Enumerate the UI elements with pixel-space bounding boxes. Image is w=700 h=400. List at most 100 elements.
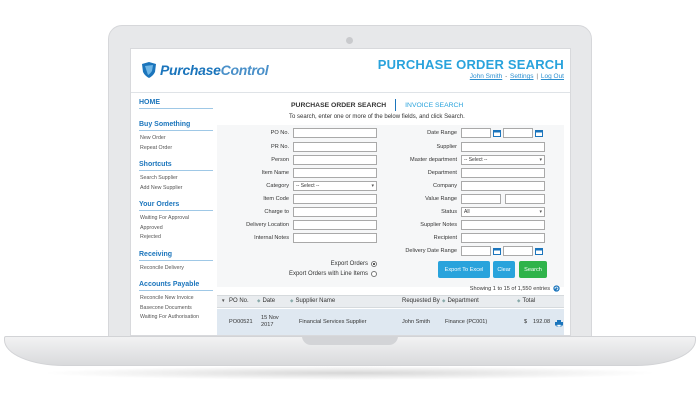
sidebar-item-search-supplier[interactable]: Search Supplier [139,174,213,184]
sort-icon: ◆ [442,298,446,303]
logo-text-part2: Control [220,62,269,78]
supplier-notes-input[interactable] [461,219,545,230]
category-select[interactable]: -- Select -- ▾ [293,180,377,191]
entries-summary: Showing 1 to 15 of 1,550 entries [470,285,560,292]
export-orders-line-items-option[interactable]: Export Orders with Line Items [289,271,377,277]
column-header-department[interactable]: ◆ Department [442,298,479,304]
delivery-location-input[interactable] [293,219,377,230]
print-icon[interactable] [555,320,563,327]
value-range-max-input[interactable] [505,193,545,204]
category-label: Category [266,182,289,189]
sidebar-item-add-new-supplier[interactable]: Add New Supplier [139,184,213,194]
table-row[interactable]: PO00521 15 Nov 2017 Financial Services Su… [217,309,564,335]
sidebar-item-approved[interactable]: Approved [139,224,213,234]
company-label: Company [433,182,457,189]
internal-notes-input[interactable] [293,232,377,243]
row-total: 192.08 [533,319,551,325]
person-row: Person [217,154,377,165]
item-name-input[interactable] [293,167,377,178]
export-orders-label: Export Orders [330,261,368,267]
column-header-supplier-name[interactable]: ◆ Supplier Name [290,298,335,304]
sidebar-section-shortcuts: Shortcuts [139,161,213,171]
pr-no-input[interactable] [293,141,377,152]
sort-icon: ◆ [290,298,294,303]
charge-to-row: Charge to [217,206,377,217]
calendar-icon[interactable] [493,247,501,255]
sidebar-item-waiting-for-authorisation[interactable]: Waiting For Authorisation [139,313,213,323]
laptop-notch [302,336,398,345]
company-input[interactable] [461,180,545,191]
export-orders-line-items-label: Export Orders with Line Items [288,271,368,277]
delivery-location-row: Delivery Location [217,219,377,230]
charge-to-input[interactable] [293,206,377,217]
delivery-date-range-row: Delivery Date Range [377,245,545,256]
search-button[interactable]: Search [519,261,547,278]
sidebar-item-waiting-for-approval[interactable]: Waiting For Approval [139,214,213,224]
refresh-icon[interactable] [553,285,560,292]
sidebar-item-basecone-documents[interactable]: Basecone Documents [139,304,213,314]
internal-notes-label: Internal Notes [254,234,289,241]
supplier-input[interactable] [461,141,545,152]
export-orders-radio[interactable] [371,261,377,267]
recipient-input[interactable] [461,232,545,243]
department-label: Department [427,169,457,176]
sidebar-item-repeat-order[interactable]: Repeat Order [139,144,213,154]
internal-notes-row: Internal Notes [217,232,377,243]
date-range-from-input[interactable] [461,127,491,138]
calendar-icon[interactable] [535,247,543,255]
delivery-date-from-input[interactable] [461,245,491,256]
status-label: Status [441,208,457,215]
sidebar-item-new-order[interactable]: New Order [139,134,213,144]
master-department-row: Master department -- Select -- ▾ [377,154,545,165]
settings-link[interactable]: Settings [510,73,534,80]
tab-invoice-search[interactable]: INVOICE SEARCH [405,102,463,109]
value-range-min-input[interactable] [461,193,501,204]
date-range-to-input[interactable] [503,127,533,138]
department-input[interactable] [461,167,545,178]
status-select[interactable]: All ▾ [461,206,545,217]
user-name-link[interactable]: John Smith [470,73,503,80]
expand-all-icon[interactable]: ▼ [221,298,227,303]
pr-no-label: PR No. [270,143,289,150]
date-range-row: Date Range [377,127,545,138]
sort-icon: ◆ [517,298,521,303]
item-name-label: Item Name [261,169,289,176]
po-no-input[interactable] [293,127,377,138]
person-input[interactable] [293,154,377,165]
export-orders-line-items-radio[interactable] [371,271,377,277]
column-header-requested-by[interactable]: Requested By [402,298,440,304]
row-po-no[interactable]: PO00521 [229,319,253,326]
chevron-down-icon: ▾ [539,156,542,163]
column-header-requested-by-label: Requested By [402,298,440,304]
row-currency: $ [524,319,528,325]
tab-purchase-order-search[interactable]: PURCHASE ORDER SEARCH [291,102,386,109]
clear-button[interactable]: Clear [493,261,515,278]
sidebar-item-rejected[interactable]: Rejected [139,233,213,243]
app-header: PurchaseControl PURCHASE ORDER SEARCH Jo… [131,49,570,93]
row-requested-by: John Smith [402,319,430,325]
column-header-total[interactable]: ◆ Total [517,298,535,304]
purchasecontrol-logo[interactable]: PurchaseControl [141,61,269,79]
delivery-date-to-input[interactable] [503,245,533,256]
column-header-po-no[interactable]: PO No. [229,298,249,304]
recipient-row: Recipient [377,232,545,243]
master-department-select[interactable]: -- Select -- ▾ [461,154,545,165]
sidebar-home[interactable]: HOME [139,99,213,109]
calendar-icon[interactable] [493,129,501,137]
item-code-input[interactable] [293,193,377,204]
sort-icon: ◆ [257,298,261,303]
column-header-date[interactable]: ◆ Date [257,298,275,304]
logout-link[interactable]: Log Out [541,73,564,80]
sidebar-item-reconcile-new-invoice[interactable]: Reconcile New Invoice [139,294,213,304]
category-row: Category -- Select -- ▾ [217,180,377,191]
sidebar-section-your-orders: Your Orders [139,201,213,211]
export-to-excel-button[interactable]: Export To Excel [438,261,490,278]
laptop-shadow [40,366,660,380]
supplier-label: Supplier [436,143,457,150]
po-no-label: PO No. [270,129,289,136]
export-orders-option[interactable]: Export Orders [331,261,377,267]
sidebar-section-buy-something: Buy Something [139,121,213,131]
charge-to-label: Charge to [264,208,289,215]
sidebar-item-reconcile-delivery[interactable]: Reconcile Delivery [139,264,213,274]
calendar-icon[interactable] [535,129,543,137]
